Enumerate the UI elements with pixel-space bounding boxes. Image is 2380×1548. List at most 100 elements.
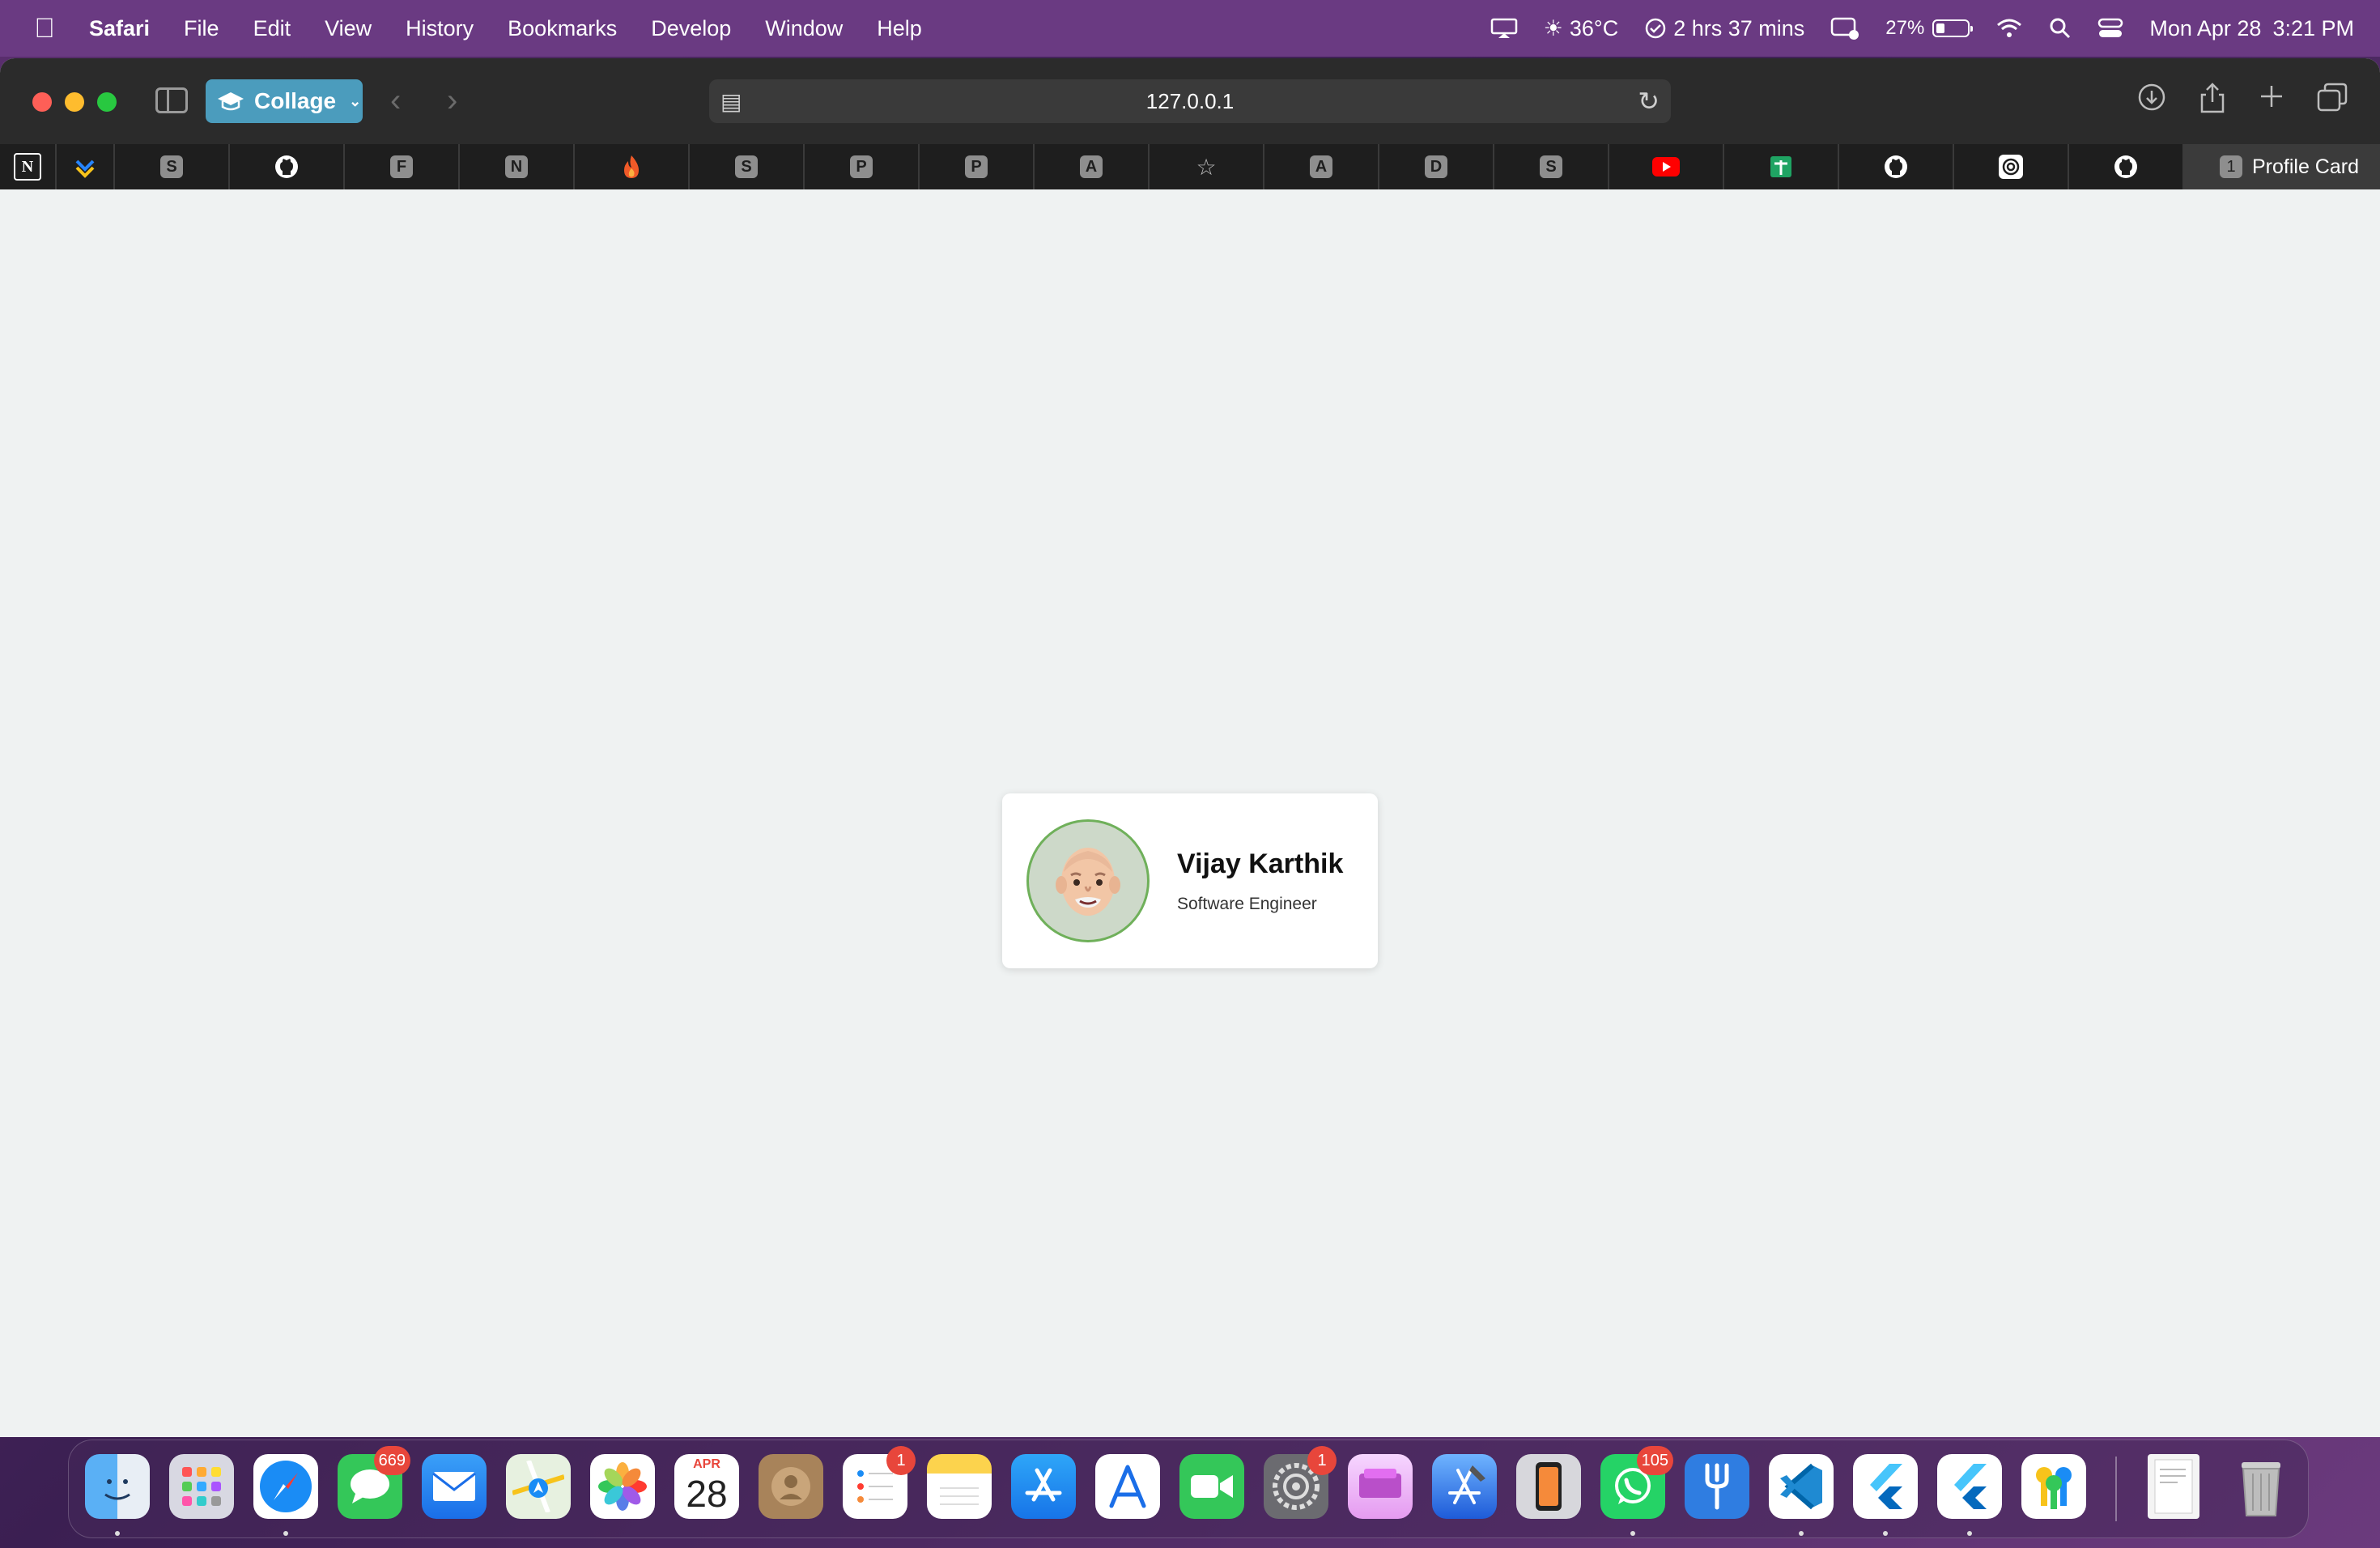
- chevron-down-icon: ⌄: [349, 92, 362, 109]
- system-settings-icon[interactable]: 1: [1264, 1446, 1337, 1519]
- fullscreen-window-button[interactable]: [97, 92, 117, 112]
- spotlight-search-icon[interactable]: [2049, 17, 2072, 40]
- pinned-tab-youtube[interactable]: [1609, 144, 1724, 189]
- pinned-tab-a2[interactable]: A: [1264, 144, 1379, 189]
- tab-favicon-badge: 1: [2220, 155, 2242, 178]
- menu-bookmarks[interactable]: Bookmarks: [508, 16, 617, 41]
- forward-arrow-icon[interactable]: ›: [447, 83, 457, 119]
- pinned-tab-openai[interactable]: [1954, 144, 2069, 189]
- pinned-tab-letter: A: [1080, 155, 1103, 178]
- facetime-icon[interactable]: [1179, 1454, 1244, 1519]
- menu-window[interactable]: Window: [765, 16, 843, 41]
- new-tab-icon[interactable]: [2259, 83, 2284, 117]
- pinned-tab-n[interactable]: N: [460, 144, 575, 189]
- whatsapp-badge: 105: [1636, 1446, 1673, 1475]
- menu-develop[interactable]: Develop: [651, 16, 731, 41]
- menu-view[interactable]: View: [325, 16, 372, 41]
- safari-icon[interactable]: [253, 1454, 318, 1519]
- dock-separator: [2115, 1457, 2117, 1521]
- trash-icon[interactable]: [2229, 1454, 2293, 1519]
- menu-help[interactable]: Help: [877, 16, 922, 41]
- sun-icon: ☀: [1543, 15, 1563, 40]
- notion-icon: N: [14, 153, 41, 181]
- menubar-time[interactable]: 3:21 PM: [2272, 16, 2354, 41]
- xcode-icon[interactable]: [1432, 1454, 1497, 1519]
- close-window-button[interactable]: [32, 92, 52, 112]
- share-icon[interactable]: [2199, 83, 2226, 121]
- messages-icon[interactable]: 669: [338, 1446, 410, 1519]
- battery-status[interactable]: 27%: [1885, 17, 1974, 40]
- passwords-icon[interactable]: [2021, 1454, 2086, 1519]
- reminders-icon[interactable]: 1: [843, 1446, 916, 1519]
- tab-overview-icon[interactable]: [2317, 83, 2348, 119]
- weather-temp: 36°C: [1569, 15, 1619, 40]
- vscode-icon[interactable]: [1769, 1454, 1834, 1519]
- pinned-tab-github[interactable]: [230, 144, 345, 189]
- calendar-icon[interactable]: APR 28: [674, 1454, 739, 1519]
- pinned-tab-s2[interactable]: S: [690, 144, 805, 189]
- mail-icon[interactable]: [422, 1454, 487, 1519]
- downloads-icon[interactable]: [2137, 83, 2166, 119]
- openai-icon: [1999, 155, 2023, 179]
- fork-icon[interactable]: [1685, 1454, 1749, 1519]
- reminders-badge: 1: [886, 1446, 916, 1475]
- menubar-date[interactable]: Mon Apr 28: [2149, 16, 2261, 41]
- pinned-tab-f[interactable]: F: [345, 144, 460, 189]
- launchpad-icon[interactable]: [169, 1454, 234, 1519]
- whatsapp-icon[interactable]: 105: [1600, 1446, 1673, 1519]
- pinned-tab-sheets[interactable]: [1724, 144, 1839, 189]
- simulator-icon[interactable]: [1516, 1454, 1581, 1519]
- pinned-tab-letter: P: [965, 155, 988, 178]
- wifi-icon[interactable]: [1995, 18, 2023, 39]
- tab-bar: N S F N S P P A ☆ A D S 1 Profile Card: [0, 144, 2380, 189]
- address-bar[interactable]: ▤ 127.0.0.1 ↻: [709, 79, 1671, 123]
- profile-label: Collage: [254, 88, 337, 113]
- display-icon[interactable]: [1490, 17, 1518, 40]
- pinned-tab-flame[interactable]: [575, 144, 690, 189]
- sidebar-toggle-icon[interactable]: [155, 87, 188, 113]
- pinned-tab-p[interactable]: P: [805, 144, 920, 189]
- youtube-icon: [1652, 157, 1680, 176]
- running-indicator: [1799, 1531, 1804, 1536]
- menu-file[interactable]: File: [184, 16, 219, 41]
- screen-time-status[interactable]: 2 hrs 37 mins: [1644, 16, 1804, 41]
- active-tab-profile-card[interactable]: 1 Profile Card: [2184, 144, 2380, 189]
- star-icon: ☆: [1196, 154, 1217, 180]
- minimize-window-button[interactable]: [65, 92, 84, 112]
- flutter-icon-2[interactable]: [1937, 1454, 2002, 1519]
- page-settings-icon[interactable]: ▤: [720, 88, 742, 115]
- disk-utility-icon[interactable]: [1348, 1454, 1413, 1519]
- pinned-tab-notion[interactable]: N: [0, 144, 57, 189]
- flutter-icon[interactable]: [1853, 1454, 1918, 1519]
- weather-status[interactable]: ☀ 36°C: [1544, 16, 1619, 41]
- pinned-tab-p2[interactable]: P: [920, 144, 1035, 189]
- control-center-icon[interactable]: [2097, 17, 2123, 40]
- back-arrow-icon[interactable]: ‹: [390, 83, 401, 119]
- menu-edit[interactable]: Edit: [253, 16, 291, 41]
- pinned-tab-github2[interactable]: [1839, 144, 1954, 189]
- menu-app-name[interactable]: Safari: [89, 16, 150, 41]
- contacts-icon[interactable]: [759, 1454, 823, 1519]
- recent-document-icon[interactable]: [2148, 1454, 2199, 1519]
- pinned-tab-github3[interactable]: [2069, 144, 2184, 189]
- dictation-icon[interactable]: [1830, 16, 1859, 40]
- pinned-tab-jira[interactable]: [57, 144, 115, 189]
- pinned-tab-s[interactable]: S: [115, 144, 230, 189]
- instruments-icon[interactable]: [1095, 1454, 1160, 1519]
- pinned-tab-s3[interactable]: S: [1494, 144, 1609, 189]
- settings-badge: 1: [1307, 1446, 1337, 1475]
- notes-icon[interactable]: [927, 1454, 992, 1519]
- finder-icon[interactable]: [85, 1454, 150, 1519]
- sheets-icon: [1770, 156, 1791, 177]
- maps-icon[interactable]: [506, 1454, 571, 1519]
- pinned-tab-a[interactable]: A: [1035, 144, 1150, 189]
- menu-history[interactable]: History: [406, 16, 474, 41]
- pinned-tab-star[interactable]: ☆: [1150, 144, 1264, 189]
- apple-menu-icon[interactable]: : [0, 13, 89, 45]
- battery-icon: [1932, 19, 1974, 37]
- photos-icon[interactable]: [590, 1454, 655, 1519]
- app-store-icon[interactable]: [1011, 1454, 1076, 1519]
- profile-switcher-button[interactable]: Collage ⌄: [206, 79, 363, 123]
- reload-icon[interactable]: ↻: [1638, 86, 1660, 117]
- pinned-tab-d[interactable]: D: [1379, 144, 1494, 189]
